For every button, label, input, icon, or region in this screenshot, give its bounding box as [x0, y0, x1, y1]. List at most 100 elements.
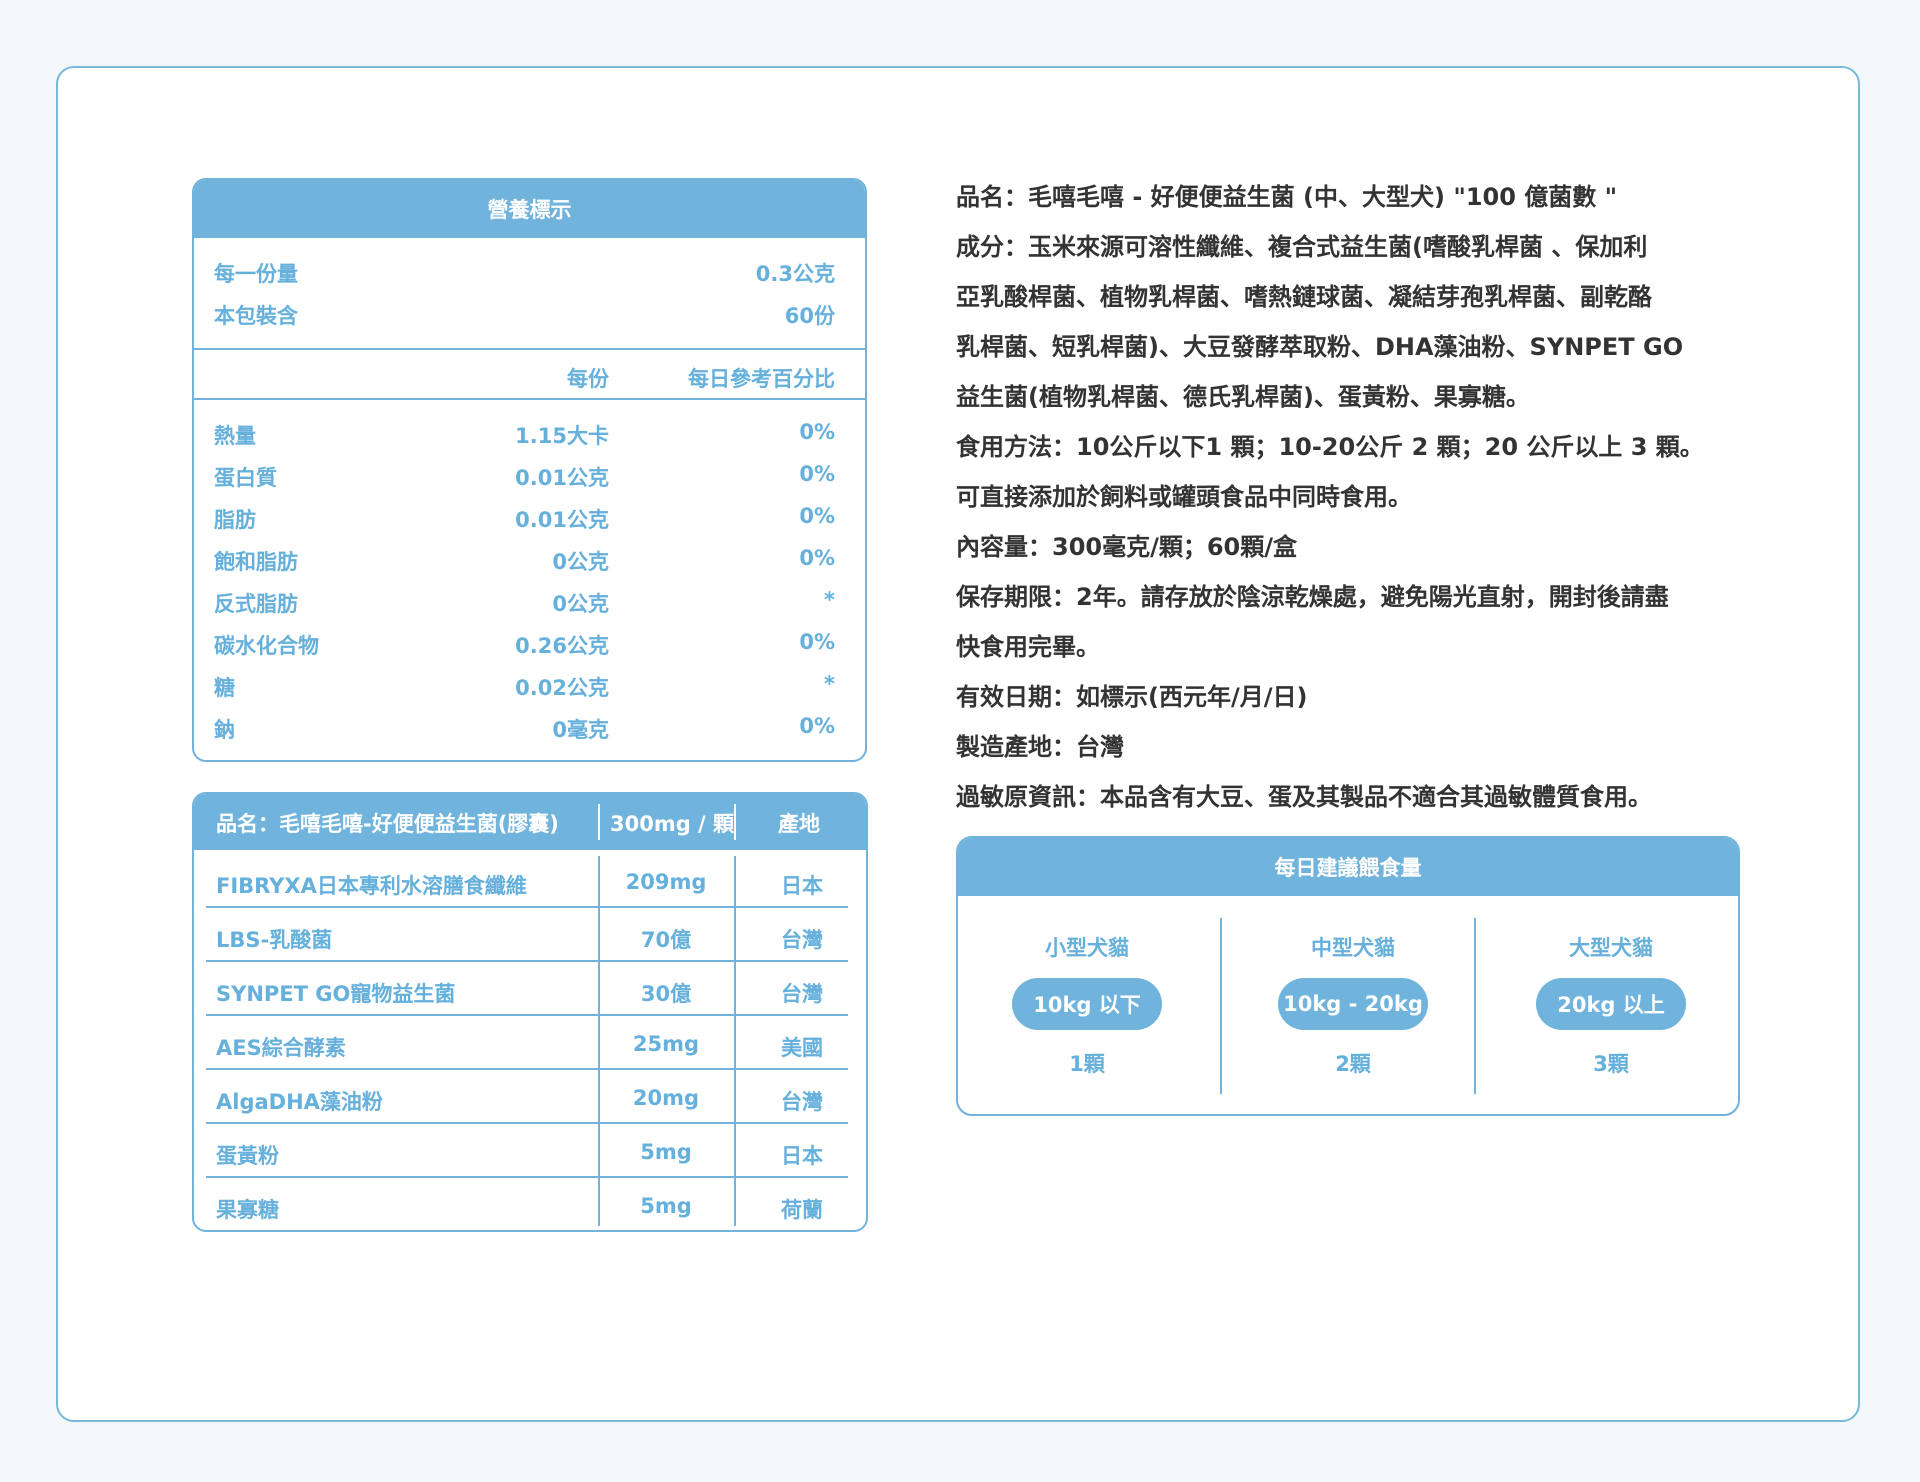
row-divider [206, 906, 848, 908]
info-content-volume: 內容量：300毫克/顆；60顆/盒 [956, 533, 1298, 561]
ingredient-origin: 台灣 [781, 982, 823, 1006]
ingredient-table: 品名：毛嘻毛嘻-好便便益生菌(膠囊) 300mg / 顆 產地 FIBRYXA日… [192, 792, 868, 1232]
nutrient-name: 蛋白質 [214, 466, 277, 490]
nutrient-per: 0.02公克 [515, 676, 609, 700]
ingredient-name: LBS-乳酸菌 [216, 928, 333, 952]
ingredient-amount: 30億 [640, 982, 692, 1006]
nutrient-name: 脂肪 [214, 508, 256, 532]
column-divider [1220, 918, 1222, 1094]
nutrient-per: 1.15大卡 [515, 424, 609, 448]
header-amount: 300mg / 顆 [610, 812, 735, 836]
ingredient-row: 蛋黃粉 5mg 日本 [206, 1126, 848, 1180]
row-divider [206, 1014, 848, 1016]
row-divider [206, 1122, 848, 1124]
ingredient-amount: 5mg [640, 1140, 692, 1164]
ingredient-amount: 20mg [632, 1086, 700, 1110]
info-expiry: 有效日期：如標示(西元年/月/日) [956, 683, 1308, 711]
info-ingredients: 成分：玉米來源可溶性纖維、複合式益生菌(嗜酸乳桿菌 、保加利 [956, 233, 1648, 261]
info-ingredients-cont: 亞乳酸桿菌、植物乳桿菌、嗜熱鏈球菌、凝結芽孢乳桿菌、副乾酪 [956, 283, 1652, 311]
dose-count: 3顆 [1593, 1052, 1629, 1076]
serving-label: 每一份量 [214, 262, 298, 286]
nutrient-per: 0毫克 [552, 718, 609, 742]
nutrient-name: 鈉 [214, 718, 235, 742]
package-value: 60份 [784, 304, 835, 328]
feeding-column-small: 小型犬貓 10kg 以下 1顆 [958, 896, 1216, 1114]
ingredient-name: AES綜合酵素 [216, 1036, 346, 1060]
divider [194, 348, 865, 350]
row-divider [206, 1176, 848, 1178]
ingredient-name: 果寡糖 [216, 1198, 279, 1222]
dose-count: 1顆 [1069, 1052, 1105, 1076]
ingredient-origin: 荷蘭 [781, 1198, 823, 1222]
ingredient-origin: 美國 [781, 1036, 823, 1060]
size-label: 大型犬貓 [1569, 936, 1653, 960]
ingredient-amount: 70億 [640, 928, 692, 952]
ingredient-origin: 台灣 [781, 928, 823, 952]
nutrient-daily: 0% [799, 420, 835, 444]
ingredient-amount: 5mg [640, 1194, 692, 1218]
header-product-name: 品名：毛嘻毛嘻-好便便益生菌(膠囊) [216, 812, 559, 836]
feeding-column-large: 大型犬貓 20kg 以上 3顆 [1482, 896, 1738, 1114]
row-divider [206, 960, 848, 962]
ingredient-row: SYNPET GO寵物益生菌 30億 台灣 [206, 964, 848, 1018]
nutrient-per: 0.26公克 [515, 634, 609, 658]
nutrient-per: 0公克 [552, 592, 609, 616]
nutrient-per: 0.01公克 [515, 466, 609, 490]
product-info: 品名：毛嘻毛嘻 - 好便便益生菌 (中、大型犬) "100 億菌數 " 成分：玉… [956, 172, 1736, 822]
nutrient-per: 0公克 [552, 550, 609, 574]
ingredient-name: 蛋黃粉 [216, 1144, 279, 1168]
row-divider [206, 1068, 848, 1070]
info-shelf-life: 保存期限：2年。請存放於陰涼乾燥處，避免陽光直射，開封後請盡 [956, 583, 1669, 611]
info-ingredients-cont: 益生菌(植物乳桿菌、德氏乳桿菌)、蛋黃粉、果寡糖。 [956, 383, 1530, 411]
col-daily-header: 每日參考百分比 [688, 367, 835, 391]
nutrient-daily: 0% [799, 462, 835, 486]
size-label: 小型犬貓 [1045, 936, 1129, 960]
info-usage: 食用方法：10公斤以下1 顆；10-20公斤 2 顆；20 公斤以上 3 顆。 [956, 433, 1704, 461]
ingredient-name: SYNPET GO寵物益生菌 [216, 982, 456, 1006]
ingredient-row: AES綜合酵素 25mg 美國 [206, 1018, 848, 1072]
ingredient-name: AlgaDHA藻油粉 [216, 1090, 383, 1114]
nutrient-name: 糖 [214, 676, 235, 700]
column-divider [1474, 918, 1476, 1094]
ingredient-row: AlgaDHA藻油粉 20mg 台灣 [206, 1072, 848, 1126]
serving-value: 0.3公克 [755, 262, 835, 286]
nutrient-per: 0.01公克 [515, 508, 609, 532]
ingredient-amount: 25mg [632, 1032, 700, 1056]
feeding-column-medium: 中型犬貓 10kg - 20kg 2顆 [1224, 896, 1482, 1114]
nutrient-name: 飽和脂肪 [214, 550, 298, 574]
ingredient-origin: 台灣 [781, 1090, 823, 1114]
nutrient-name: 碳水化合物 [214, 634, 319, 658]
info-shelf-life-cont: 快食用完畢。 [956, 633, 1100, 661]
info-usage-cont: 可直接添加於飼料或罐頭食品中同時食用。 [956, 483, 1412, 511]
nutrition-title: 營養標示 [194, 180, 865, 238]
info-product-name: 品名：毛嘻毛嘻 - 好便便益生菌 (中、大型犬) "100 億菌數 " [956, 183, 1618, 211]
ingredient-header: 品名：毛嘻毛嘻-好便便益生菌(膠囊) 300mg / 顆 產地 [194, 794, 866, 850]
ingredient-row: LBS-乳酸菌 70億 台灣 [206, 910, 848, 964]
weight-range-pill: 20kg 以上 [1536, 978, 1686, 1030]
size-label: 中型犬貓 [1311, 936, 1395, 960]
ingredient-name: FIBRYXA日本專利水溶膳食纖維 [216, 874, 527, 898]
col-per-header: 每份 [567, 367, 609, 391]
header-divider [598, 804, 600, 840]
nutrient-name: 反式脂肪 [214, 592, 298, 616]
nutrient-daily: 0% [799, 504, 835, 528]
weight-range-pill: 10kg - 20kg [1278, 978, 1428, 1030]
nutrient-daily: * [824, 672, 835, 696]
info-origin: 製造產地：台灣 [956, 733, 1124, 761]
ingredient-amount: 209mg [625, 870, 707, 894]
header-origin: 產地 [778, 812, 820, 836]
nutrition-table: 營養標示 每一份量 0.3公克 本包裝含 60份 每份 每日參考百分比 熱量 1… [192, 178, 867, 762]
nutrient-daily: * [824, 588, 835, 612]
info-allergen: 過敏原資訊：本品含有大豆、蛋及其製品不適合其過敏體質食用。 [956, 783, 1652, 811]
nutrient-daily: 0% [799, 630, 835, 654]
dose-count: 2顆 [1335, 1052, 1371, 1076]
daily-feeding-box: 每日建議餵食量 小型犬貓 10kg 以下 1顆 中型犬貓 10kg - 20kg… [956, 836, 1740, 1116]
info-ingredients-cont: 乳桿菌、短乳桿菌)、大豆發酵萃取粉、DHA藻油粉、SYNPET GO [956, 333, 1684, 361]
nutrient-daily: 0% [799, 714, 835, 738]
header-divider [734, 804, 736, 840]
ingredient-origin: 日本 [781, 874, 823, 898]
ingredient-origin: 日本 [781, 1144, 823, 1168]
package-label: 本包裝含 [214, 304, 298, 328]
nutrient-name: 熱量 [214, 424, 256, 448]
daily-feeding-title: 每日建議餵食量 [958, 838, 1738, 896]
